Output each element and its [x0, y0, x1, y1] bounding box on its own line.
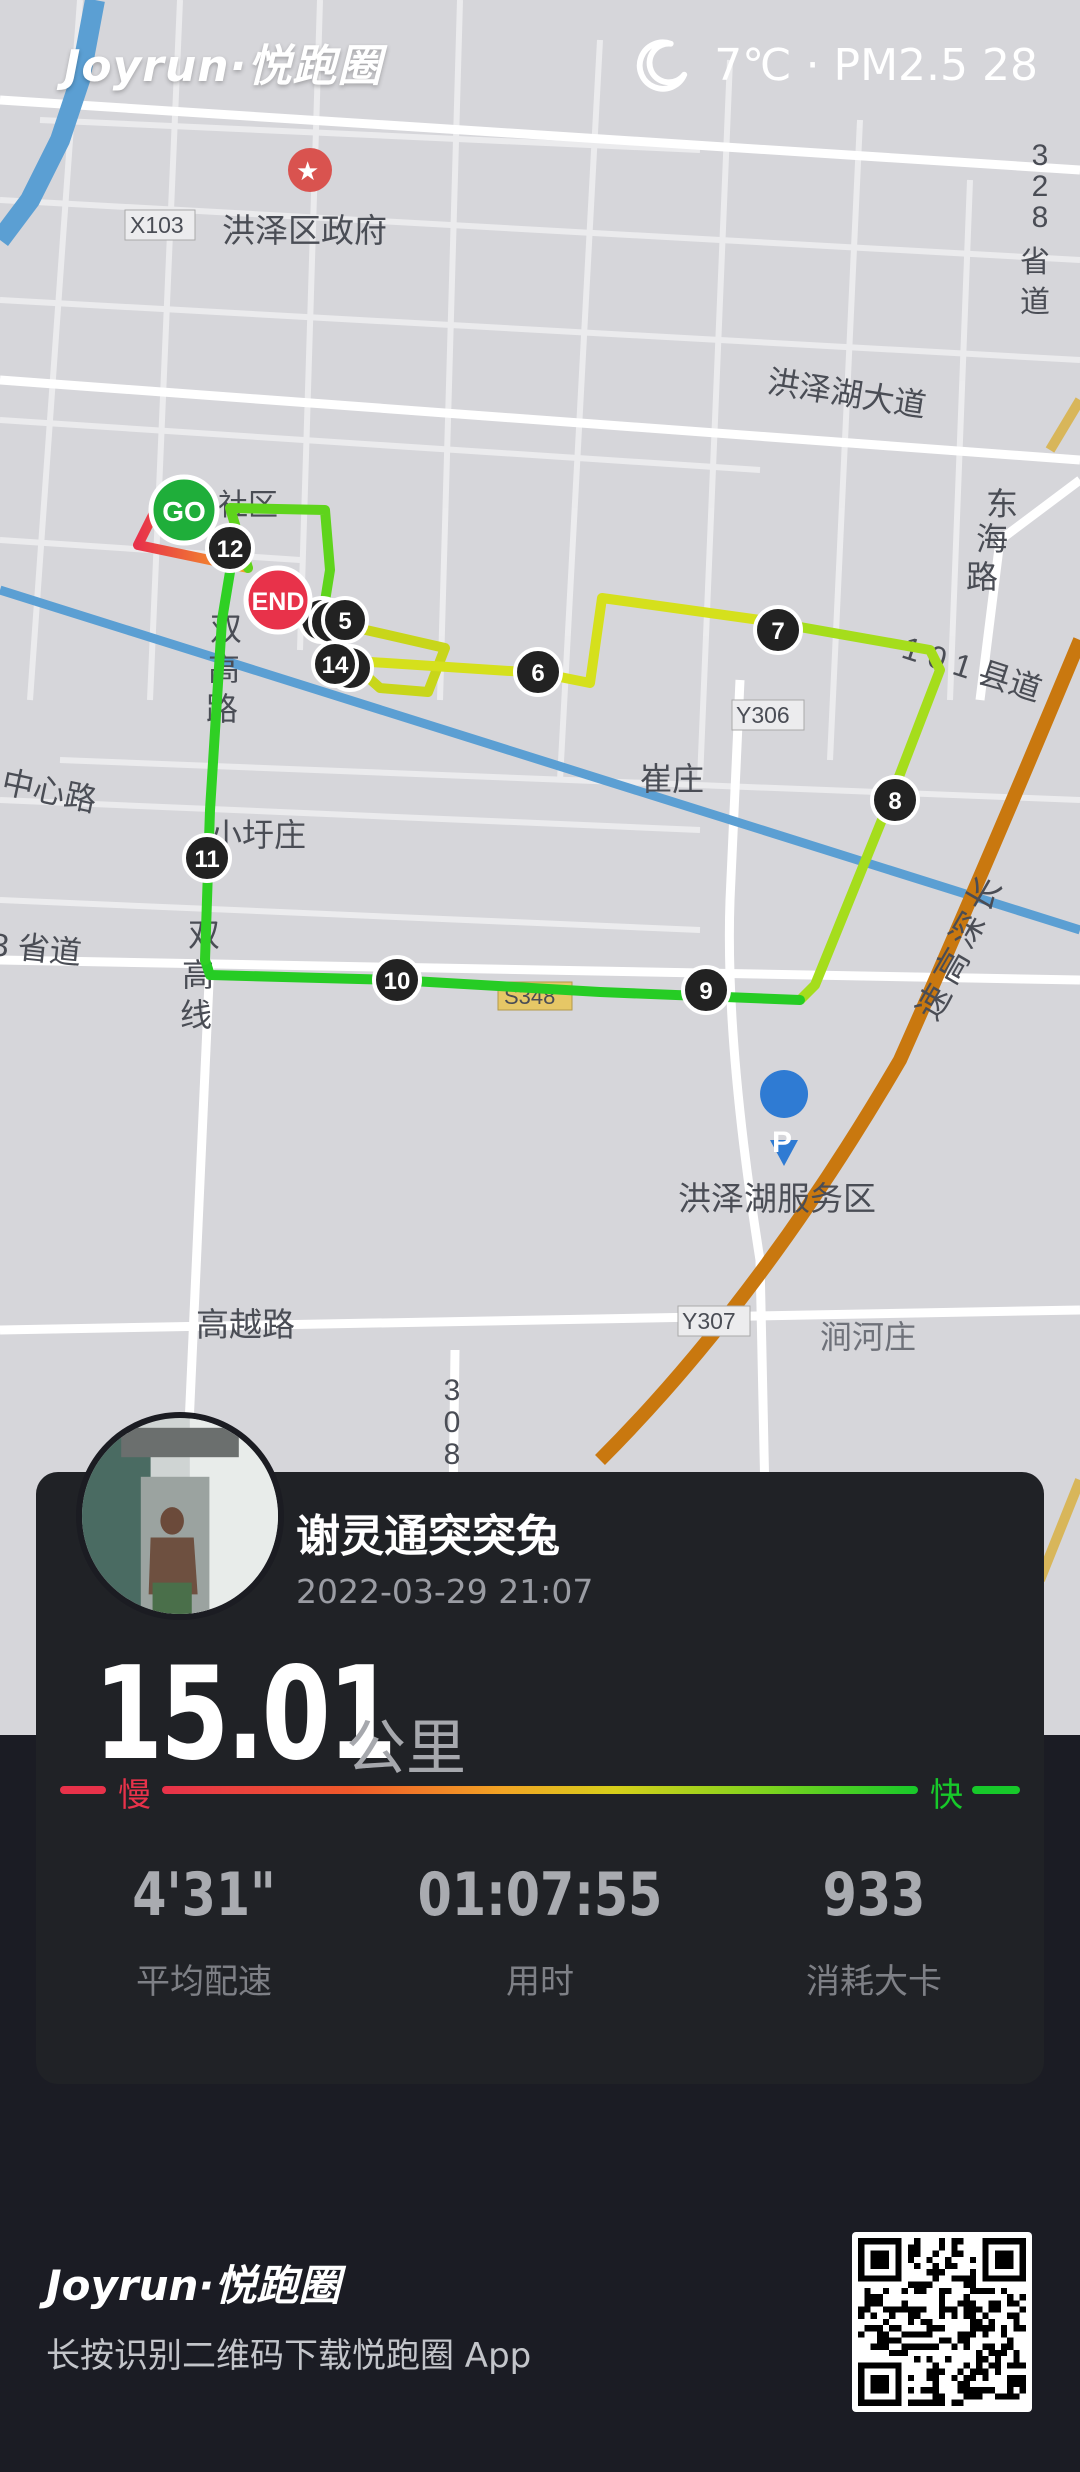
top-bar: Joyrun·悦跑圈 7℃ · PM2.5 28	[0, 0, 1080, 130]
map-label-donghai: 海	[976, 521, 1008, 557]
legend-slow-bar	[60, 1786, 106, 1794]
map-label-government: 洪泽区政府	[222, 212, 387, 249]
svg-text:8: 8	[888, 788, 901, 815]
map-label-shuanggao-line: 线	[180, 997, 212, 1033]
weather-info: 7℃ · PM2.5 28	[634, 36, 1038, 94]
svg-text:10: 10	[384, 968, 411, 995]
svg-text:6: 6	[531, 660, 544, 687]
svg-text:5: 5	[338, 608, 351, 635]
svg-text:12: 12	[217, 536, 244, 563]
svg-text:7: 7	[771, 618, 784, 645]
km-marker-12[interactable]: 12	[205, 523, 255, 573]
username: 谢灵通突突兔	[296, 1511, 560, 1562]
km-marker-10[interactable]: 10	[372, 955, 422, 1005]
stat-duration: 01:07:55 用时	[390, 1860, 690, 2003]
km-marker-6[interactable]: 6	[513, 647, 563, 697]
svg-text:9: 9	[699, 978, 712, 1005]
map-label-jianhezhuang: 涧河庄	[820, 1319, 916, 1355]
legend-fast-bar	[972, 1786, 1020, 1794]
map-label-donghai: 路	[966, 559, 998, 595]
map-label-service-area: 洪泽湖服务区	[678, 1180, 876, 1217]
map-label-y307: Y307	[682, 1308, 736, 1334]
map-label-328: 省	[1020, 246, 1050, 279]
legend-fast-label: 快	[930, 1775, 963, 1814]
legend-slow-label: 慢	[118, 1775, 151, 1814]
svg-text:11: 11	[194, 846, 219, 873]
map-label-328: 2	[1032, 170, 1049, 203]
svg-text:★: ★	[296, 156, 319, 186]
moon-icon	[637, 39, 688, 92]
weather-text: 7℃ · PM2.5 28	[714, 39, 1038, 91]
footer-download-text: 长按识别二维码下载悦跑圈 App	[46, 2336, 532, 2376]
km-marker-9[interactable]: 9	[681, 965, 731, 1015]
map-label-308: 3	[444, 1374, 461, 1407]
run-datetime: 2022-03-29 21:07	[296, 1572, 594, 1611]
brand-logo: Joyrun·悦跑圈	[64, 41, 383, 92]
svg-text:P: P	[772, 1126, 792, 1159]
map-label-308: 8	[444, 1438, 461, 1471]
start-marker[interactable]: GO	[148, 474, 220, 546]
map-label-gaoyue-road: 高越路	[196, 1306, 295, 1343]
svg-text:GO: GO	[162, 496, 206, 527]
map-label-328: 8	[1032, 201, 1049, 234]
stat-calories: 933 消耗大卡	[724, 1860, 1024, 2003]
km-marker-8[interactable]: 8	[870, 775, 920, 825]
map-label-donghai: 东	[986, 486, 1018, 522]
pace-legend: 慢 快	[60, 1770, 1020, 1814]
map-label-x103: X103	[130, 212, 184, 238]
footer-brand-logo: Joyrun·悦跑圈	[46, 2261, 341, 2310]
legend-gradient-bar	[162, 1786, 918, 1794]
stat-label: 平均配速	[136, 1962, 272, 2002]
qr-code-icon[interactable]	[852, 2232, 1032, 2412]
stat-value: 01:07:55	[417, 1860, 663, 1930]
stat-average-pace: 4'31" 平均配速	[54, 1860, 354, 2003]
map-label-y306: Y306	[736, 702, 790, 728]
stat-value: 4'31"	[132, 1860, 276, 1930]
km-marker-7[interactable]: 7	[753, 605, 803, 655]
km-marker-11[interactable]: 11	[182, 833, 232, 883]
stat-label: 用时	[506, 1962, 574, 2002]
km-marker-14[interactable]: 14	[311, 640, 374, 692]
stat-value: 933	[822, 1860, 926, 1930]
avatar[interactable]	[76, 1412, 284, 1620]
map-label-308: 0	[444, 1406, 461, 1439]
stat-label: 消耗大卡	[806, 1962, 942, 2002]
end-marker[interactable]: END	[243, 565, 313, 635]
svg-text:END: END	[252, 588, 305, 616]
map-label-cuizhuang: 崔庄	[640, 761, 704, 797]
map-label-328: 道	[1020, 286, 1050, 319]
map-label-328: 3	[1032, 139, 1049, 172]
svg-text:14: 14	[322, 652, 349, 679]
